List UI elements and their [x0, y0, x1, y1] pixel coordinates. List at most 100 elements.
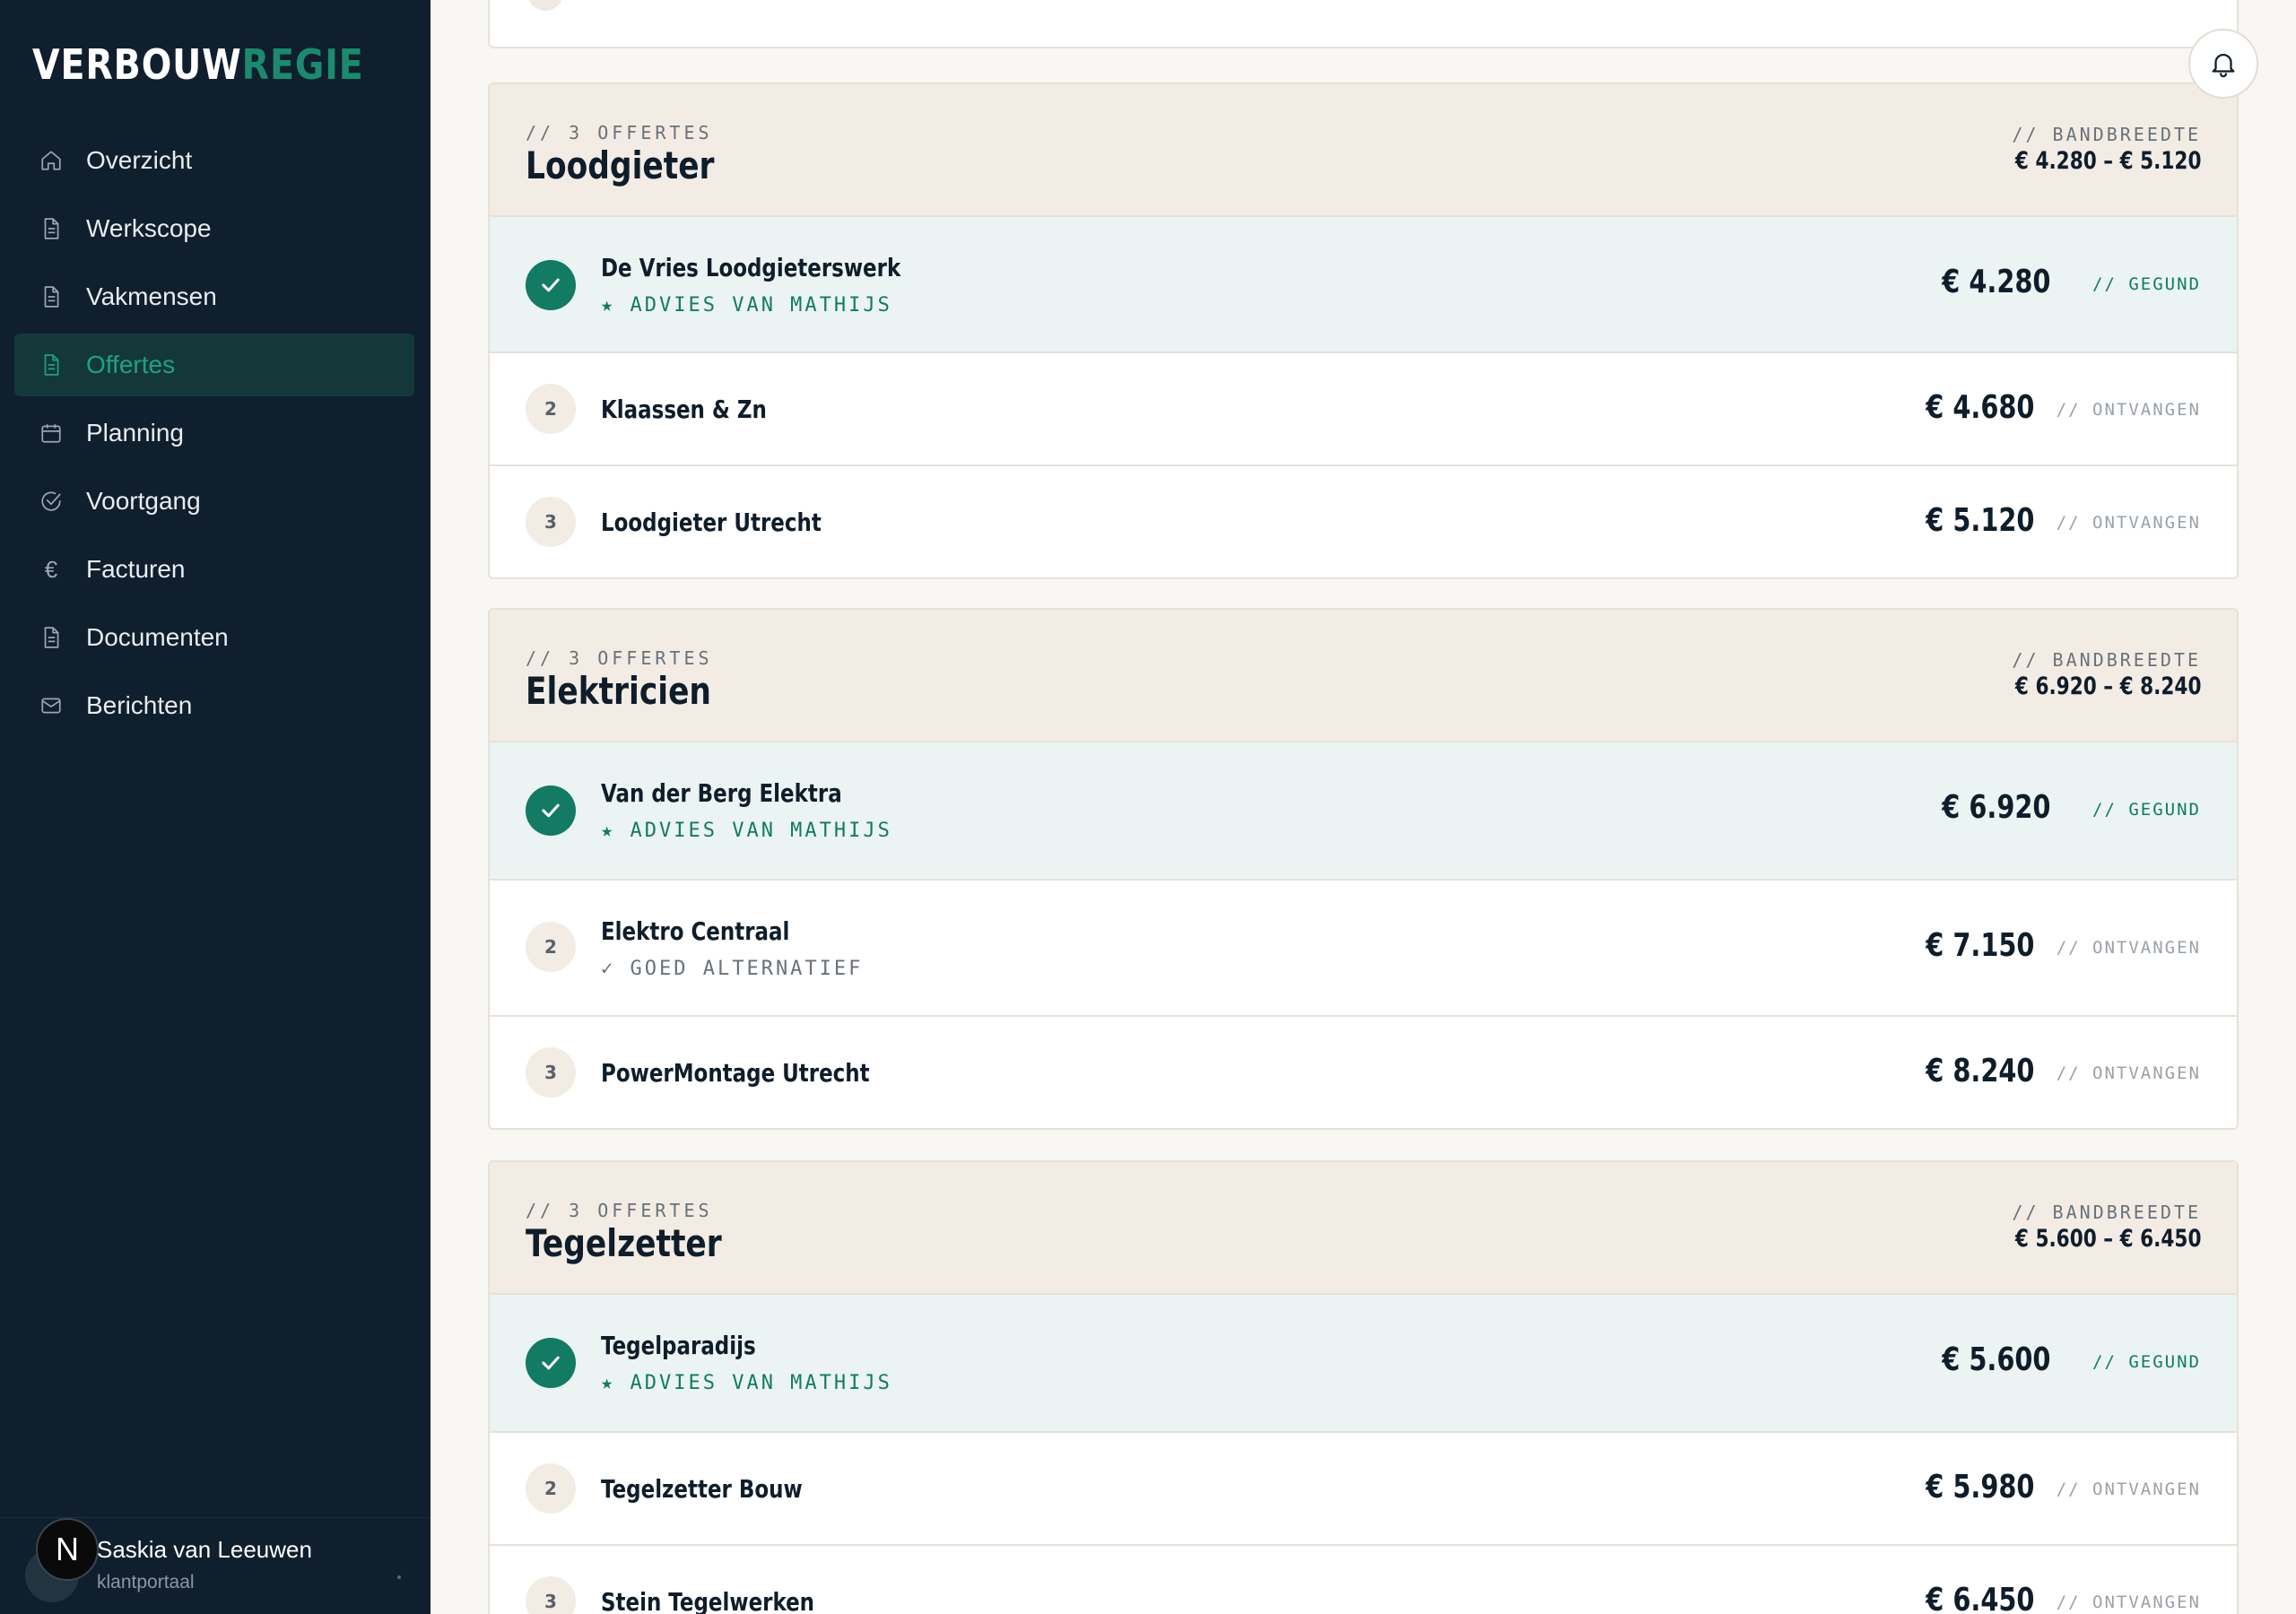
logo-part-2: REGIE [241, 40, 364, 89]
status-badge: // ONTVANGEN [2056, 1063, 2201, 1083]
sidebar-item-label: Facturen [86, 555, 186, 583]
notifications-button[interactable] [2188, 29, 2258, 99]
status-badge: // GEGUND [2092, 1352, 2201, 1372]
quote-row[interactable]: 2 Tegelzetter Bouw € 5.980 // ONTVANGEN [490, 1433, 2237, 1546]
quote-group-loodgieter: // 3 OFFERTES Loodgieter // BANDBREEDTE … [488, 82, 2239, 579]
quote-price: € 4.680 [1925, 389, 2034, 426]
sidebar-item-label: Offertes [86, 351, 176, 378]
vendor-name: Klaassen & Zn [601, 395, 767, 424]
vendor-name: PowerMontage Utrecht [601, 1058, 870, 1088]
status-badge: // ONTVANGEN [2056, 400, 2201, 420]
quote-price: € 5.980 [1925, 1469, 2034, 1506]
quote-row[interactable]: De Vries Loodgieterswerk ★ ADVIES VAN MA… [490, 217, 2237, 353]
previous-card [488, 0, 2239, 48]
bandwidth-label: // BANDBREEDTE [2012, 1202, 2201, 1223]
rank-badge: 2 [526, 1463, 576, 1514]
document-icon [39, 626, 63, 649]
status-badge: // GEGUND [2092, 800, 2201, 820]
user-role: klantportaal [97, 1572, 195, 1592]
status-badge: // GEGUND [2092, 274, 2201, 294]
sidebar-item-documenten[interactable]: Documenten [14, 606, 414, 669]
vendor-name: Loodgieter Utrecht [601, 508, 822, 537]
sidebar-item-werkscope[interactable]: Werkscope [14, 197, 414, 260]
sidebar-item-berichten[interactable]: Berichten [14, 674, 414, 737]
vendor-name: Elektro Centraal [601, 916, 790, 946]
sidebar-item-label: Overzicht [86, 146, 193, 174]
home-icon [39, 149, 63, 172]
advice-label: ★ ADVIES VAN MATHIJS [601, 1372, 892, 1394]
rank-badge: 3 [526, 1576, 576, 1614]
sidebar-item-vakmensen[interactable]: Vakmensen [14, 265, 414, 328]
quote-price: € 6.920 [1941, 789, 2050, 826]
quote-row[interactable]: 3 Loodgieter Utrecht € 5.120 // ONTVANGE… [490, 466, 2237, 577]
quote-price: € 4.280 [1941, 264, 2050, 300]
mail-icon [39, 694, 63, 717]
sidebar-item-facturen[interactable]: € Facturen [14, 538, 414, 601]
check-icon [526, 1338, 576, 1388]
document-icon [39, 285, 63, 308]
check-circle-icon [39, 490, 63, 513]
sidebar-item-label: Berichten [86, 691, 193, 719]
group-header: // 3 OFFERTES Elektricien // BANDBREEDTE… [490, 610, 2237, 742]
status-badge: // ONTVANGEN [2056, 938, 2201, 958]
rank-badge [527, 0, 563, 11]
vendor-name: Stein Tegelwerken [601, 1587, 815, 1614]
quote-price: € 6.450 [1925, 1582, 2034, 1614]
logo-part-1: VERBOUW [32, 40, 242, 89]
quote-row[interactable]: 2 Elektro Centraal ✓ GOED ALTERNATIEF € … [490, 881, 2237, 1017]
group-title: Loodgieter [526, 143, 715, 187]
group-title: Tegelzetter [526, 1221, 722, 1265]
document-icon [39, 353, 63, 377]
quote-price: € 5.120 [1925, 502, 2034, 539]
sidebar-item-label: Vakmensen [86, 282, 217, 310]
quote-group-tegelzetter: // 3 OFFERTES Tegelzetter // BANDBREEDTE… [488, 1160, 2239, 1614]
advice-label: ★ ADVIES VAN MATHIJS [601, 294, 892, 317]
sidebar-item-label: Planning [86, 419, 184, 447]
check-icon [526, 785, 576, 836]
quote-row[interactable]: Van der Berg Elektra ★ ADVIES VAN MATHIJ… [490, 742, 2237, 881]
sidebar-nav: Overzicht Werkscope Vakmensen Offertes P… [14, 129, 414, 742]
quote-price: € 5.600 [1941, 1341, 2050, 1378]
quote-count: // 3 OFFERTES [526, 1200, 713, 1221]
sidebar-item-overzicht[interactable]: Overzicht [14, 129, 414, 192]
app-logo[interactable]: VERBOUWREGIE [32, 39, 364, 90]
status-badge: // ONTVANGEN [2056, 1592, 2201, 1612]
quote-count: // 3 OFFERTES [526, 122, 713, 143]
vendor-name: De Vries Loodgieterswerk [601, 253, 901, 282]
quote-group-elektricien: // 3 OFFERTES Elektricien // BANDBREEDTE… [488, 608, 2239, 1130]
sidebar-item-voortgang[interactable]: Voortgang [14, 470, 414, 533]
bandwidth-label: // BANDBREEDTE [2012, 649, 2201, 671]
sidebar-item-offertes[interactable]: Offertes [14, 334, 414, 396]
bandwidth-label: // BANDBREEDTE [2012, 124, 2201, 145]
sidebar: VERBOUWREGIE Overzicht Werkscope Vakmens… [0, 0, 430, 1614]
status-badge: // ONTVANGEN [2056, 1480, 2201, 1499]
bell-icon [2212, 54, 2235, 78]
quote-price: € 7.150 [1925, 927, 2034, 964]
group-title: Elektricien [526, 669, 711, 713]
quote-row[interactable]: 2 Klaassen & Zn € 4.680 // ONTVANGEN [490, 353, 2237, 466]
rank-badge: 3 [526, 497, 576, 547]
bandwidth-range: € 5.600 – € 6.450 [2014, 1225, 2201, 1253]
quote-row[interactable]: Tegelparadijs ★ ADVIES VAN MATHIJS € 5.6… [490, 1295, 2237, 1433]
quote-count: // 3 OFFERTES [526, 647, 713, 669]
user-badge[interactable]: N [36, 1518, 99, 1581]
document-icon [39, 217, 63, 240]
advice-label: ★ ADVIES VAN MATHIJS [601, 820, 892, 842]
quote-row[interactable]: 3 PowerMontage Utrecht € 8.240 // ONTVAN… [490, 1017, 2237, 1128]
check-icon [526, 260, 576, 310]
rank-badge: 2 [526, 922, 576, 972]
quote-row[interactable]: 3 Stein Tegelwerken € 6.450 // ONTVANGEN [490, 1546, 2237, 1614]
sidebar-item-label: Werkscope [86, 214, 212, 242]
user-menu[interactable]: N Saskia van Leeuwen klantportaal [0, 1517, 430, 1614]
user-name: Saskia van Leeuwen [97, 1536, 312, 1563]
vendor-name: Tegelparadijs [601, 1331, 756, 1360]
euro-icon: € [44, 555, 58, 583]
user-menu-indicator [397, 1575, 401, 1579]
group-header: // 3 OFFERTES Loodgieter // BANDBREEDTE … [490, 84, 2237, 217]
bandwidth-range: € 4.280 – € 5.120 [2014, 147, 2201, 175]
vendor-name: Van der Berg Elektra [601, 778, 842, 808]
rank-badge: 2 [526, 384, 576, 434]
group-header: // 3 OFFERTES Tegelzetter // BANDBREEDTE… [490, 1162, 2237, 1295]
sidebar-item-planning[interactable]: Planning [14, 402, 414, 464]
vendor-name: Tegelzetter Bouw [601, 1474, 803, 1504]
